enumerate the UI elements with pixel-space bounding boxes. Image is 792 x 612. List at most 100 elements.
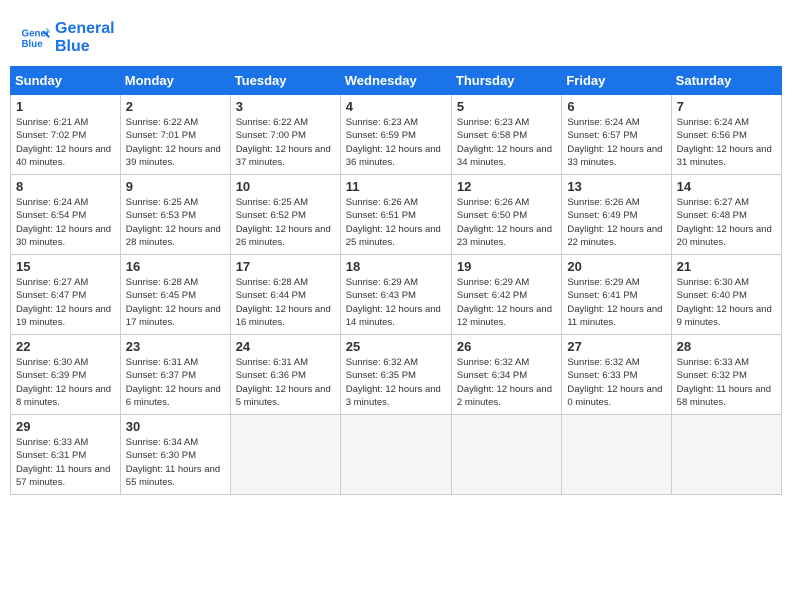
day-info: Sunrise: 6:24 AM Sunset: 6:57 PM Dayligh…	[567, 116, 665, 169]
calendar-cell: 6 Sunrise: 6:24 AM Sunset: 6:57 PM Dayli…	[562, 95, 671, 175]
day-info: Sunrise: 6:26 AM Sunset: 6:49 PM Dayligh…	[567, 196, 665, 249]
calendar-cell: 29 Sunrise: 6:33 AM Sunset: 6:31 PM Dayl…	[11, 415, 121, 495]
day-info: Sunrise: 6:28 AM Sunset: 6:45 PM Dayligh…	[126, 276, 225, 329]
day-info: Sunrise: 6:26 AM Sunset: 6:50 PM Dayligh…	[457, 196, 556, 249]
day-header-saturday: Saturday	[671, 67, 781, 95]
day-info: Sunrise: 6:34 AM Sunset: 6:30 PM Dayligh…	[126, 436, 225, 489]
day-info: Sunrise: 6:30 AM Sunset: 6:39 PM Dayligh…	[16, 356, 115, 409]
day-info: Sunrise: 6:24 AM Sunset: 6:56 PM Dayligh…	[677, 116, 776, 169]
day-info: Sunrise: 6:30 AM Sunset: 6:40 PM Dayligh…	[677, 276, 776, 329]
day-number: 3	[236, 99, 335, 114]
calendar-cell	[451, 415, 561, 495]
day-header-tuesday: Tuesday	[230, 67, 340, 95]
day-info: Sunrise: 6:32 AM Sunset: 6:33 PM Dayligh…	[567, 356, 665, 409]
day-header-monday: Monday	[120, 67, 230, 95]
calendar-row-1: 1 Sunrise: 6:21 AM Sunset: 7:02 PM Dayli…	[11, 95, 782, 175]
day-info: Sunrise: 6:27 AM Sunset: 6:47 PM Dayligh…	[16, 276, 115, 329]
day-info: Sunrise: 6:25 AM Sunset: 6:52 PM Dayligh…	[236, 196, 335, 249]
calendar-cell: 26 Sunrise: 6:32 AM Sunset: 6:34 PM Dayl…	[451, 335, 561, 415]
calendar-cell: 2 Sunrise: 6:22 AM Sunset: 7:01 PM Dayli…	[120, 95, 230, 175]
calendar-table: SundayMondayTuesdayWednesdayThursdayFrid…	[10, 66, 782, 495]
day-header-thursday: Thursday	[451, 67, 561, 95]
day-info: Sunrise: 6:29 AM Sunset: 6:41 PM Dayligh…	[567, 276, 665, 329]
calendar-cell: 5 Sunrise: 6:23 AM Sunset: 6:58 PM Dayli…	[451, 95, 561, 175]
day-info: Sunrise: 6:33 AM Sunset: 6:32 PM Dayligh…	[677, 356, 776, 409]
day-info: Sunrise: 6:22 AM Sunset: 7:00 PM Dayligh…	[236, 116, 335, 169]
calendar-cell: 9 Sunrise: 6:25 AM Sunset: 6:53 PM Dayli…	[120, 175, 230, 255]
calendar-cell: 27 Sunrise: 6:32 AM Sunset: 6:33 PM Dayl…	[562, 335, 671, 415]
day-number: 25	[346, 339, 446, 354]
calendar-cell: 7 Sunrise: 6:24 AM Sunset: 6:56 PM Dayli…	[671, 95, 781, 175]
day-number: 30	[126, 419, 225, 434]
day-info: Sunrise: 6:27 AM Sunset: 6:48 PM Dayligh…	[677, 196, 776, 249]
day-info: Sunrise: 6:31 AM Sunset: 6:36 PM Dayligh…	[236, 356, 335, 409]
day-number: 20	[567, 259, 665, 274]
calendar-header-row: SundayMondayTuesdayWednesdayThursdayFrid…	[11, 67, 782, 95]
svg-text:Blue: Blue	[22, 39, 44, 50]
calendar-row-3: 15 Sunrise: 6:27 AM Sunset: 6:47 PM Dayl…	[11, 255, 782, 335]
calendar-cell: 25 Sunrise: 6:32 AM Sunset: 6:35 PM Dayl…	[340, 335, 451, 415]
day-number: 18	[346, 259, 446, 274]
day-info: Sunrise: 6:29 AM Sunset: 6:43 PM Dayligh…	[346, 276, 446, 329]
logo-text: General	[55, 20, 115, 38]
calendar-row-5: 29 Sunrise: 6:33 AM Sunset: 6:31 PM Dayl…	[11, 415, 782, 495]
calendar-cell	[230, 415, 340, 495]
day-header-friday: Friday	[562, 67, 671, 95]
day-number: 4	[346, 99, 446, 114]
day-number: 9	[126, 179, 225, 194]
day-info: Sunrise: 6:33 AM Sunset: 6:31 PM Dayligh…	[16, 436, 115, 489]
calendar-cell: 24 Sunrise: 6:31 AM Sunset: 6:36 PM Dayl…	[230, 335, 340, 415]
day-number: 17	[236, 259, 335, 274]
day-info: Sunrise: 6:32 AM Sunset: 6:35 PM Dayligh…	[346, 356, 446, 409]
logo-subtext: Blue	[55, 38, 115, 56]
day-number: 21	[677, 259, 776, 274]
calendar-cell: 28 Sunrise: 6:33 AM Sunset: 6:32 PM Dayl…	[671, 335, 781, 415]
calendar-row-2: 8 Sunrise: 6:24 AM Sunset: 6:54 PM Dayli…	[11, 175, 782, 255]
calendar-cell: 11 Sunrise: 6:26 AM Sunset: 6:51 PM Dayl…	[340, 175, 451, 255]
calendar-cell: 13 Sunrise: 6:26 AM Sunset: 6:49 PM Dayl…	[562, 175, 671, 255]
day-number: 10	[236, 179, 335, 194]
calendar-cell: 23 Sunrise: 6:31 AM Sunset: 6:37 PM Dayl…	[120, 335, 230, 415]
calendar-row-4: 22 Sunrise: 6:30 AM Sunset: 6:39 PM Dayl…	[11, 335, 782, 415]
calendar-cell: 8 Sunrise: 6:24 AM Sunset: 6:54 PM Dayli…	[11, 175, 121, 255]
day-number: 14	[677, 179, 776, 194]
day-info: Sunrise: 6:31 AM Sunset: 6:37 PM Dayligh…	[126, 356, 225, 409]
day-number: 24	[236, 339, 335, 354]
page-header: General Blue General Blue	[10, 10, 782, 61]
calendar-cell: 19 Sunrise: 6:29 AM Sunset: 6:42 PM Dayl…	[451, 255, 561, 335]
calendar-cell: 20 Sunrise: 6:29 AM Sunset: 6:41 PM Dayl…	[562, 255, 671, 335]
day-number: 2	[126, 99, 225, 114]
day-number: 15	[16, 259, 115, 274]
day-number: 1	[16, 99, 115, 114]
day-number: 6	[567, 99, 665, 114]
day-info: Sunrise: 6:26 AM Sunset: 6:51 PM Dayligh…	[346, 196, 446, 249]
calendar-cell: 17 Sunrise: 6:28 AM Sunset: 6:44 PM Dayl…	[230, 255, 340, 335]
day-info: Sunrise: 6:25 AM Sunset: 6:53 PM Dayligh…	[126, 196, 225, 249]
day-info: Sunrise: 6:24 AM Sunset: 6:54 PM Dayligh…	[16, 196, 115, 249]
day-info: Sunrise: 6:21 AM Sunset: 7:02 PM Dayligh…	[16, 116, 115, 169]
day-number: 28	[677, 339, 776, 354]
day-info: Sunrise: 6:23 AM Sunset: 6:59 PM Dayligh…	[346, 116, 446, 169]
logo-icon: General Blue	[20, 23, 50, 53]
calendar-cell: 3 Sunrise: 6:22 AM Sunset: 7:00 PM Dayli…	[230, 95, 340, 175]
day-number: 16	[126, 259, 225, 274]
day-info: Sunrise: 6:32 AM Sunset: 6:34 PM Dayligh…	[457, 356, 556, 409]
calendar-cell: 4 Sunrise: 6:23 AM Sunset: 6:59 PM Dayli…	[340, 95, 451, 175]
day-number: 27	[567, 339, 665, 354]
calendar-cell: 30 Sunrise: 6:34 AM Sunset: 6:30 PM Dayl…	[120, 415, 230, 495]
day-info: Sunrise: 6:29 AM Sunset: 6:42 PM Dayligh…	[457, 276, 556, 329]
day-number: 19	[457, 259, 556, 274]
day-info: Sunrise: 6:22 AM Sunset: 7:01 PM Dayligh…	[126, 116, 225, 169]
day-number: 5	[457, 99, 556, 114]
day-number: 22	[16, 339, 115, 354]
logo: General Blue General Blue	[20, 20, 115, 56]
day-header-sunday: Sunday	[11, 67, 121, 95]
day-number: 23	[126, 339, 225, 354]
day-number: 13	[567, 179, 665, 194]
day-info: Sunrise: 6:23 AM Sunset: 6:58 PM Dayligh…	[457, 116, 556, 169]
day-number: 11	[346, 179, 446, 194]
calendar-cell: 10 Sunrise: 6:25 AM Sunset: 6:52 PM Dayl…	[230, 175, 340, 255]
day-info: Sunrise: 6:28 AM Sunset: 6:44 PM Dayligh…	[236, 276, 335, 329]
calendar-cell: 22 Sunrise: 6:30 AM Sunset: 6:39 PM Dayl…	[11, 335, 121, 415]
day-header-wednesday: Wednesday	[340, 67, 451, 95]
